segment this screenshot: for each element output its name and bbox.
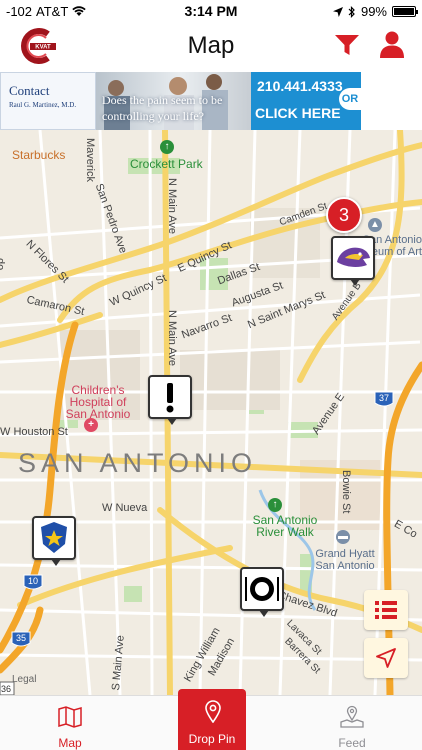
street-label: W Houston St	[0, 426, 68, 438]
park-icon: ↑	[268, 498, 282, 512]
route-36-label: 36	[1, 684, 12, 694]
restaurant-pin[interactable]	[240, 567, 284, 617]
map-view[interactable]: Maverick San Pedro Ave N Main Ave N Flor…	[0, 130, 422, 695]
mascot-pin[interactable]	[331, 236, 375, 286]
mascot-icon	[337, 247, 370, 267]
cluster-badge[interactable]: 3	[326, 197, 362, 233]
poi-river-walk: San Antonio River Walk	[252, 513, 318, 539]
locate-me-button[interactable]	[364, 638, 408, 678]
battery-icon	[392, 6, 418, 17]
street-label: W Nueva	[102, 502, 148, 514]
poi-starbucks: Starbucks	[12, 148, 66, 162]
bluetooth-icon	[348, 5, 355, 18]
tab-drop-pin[interactable]: Drop Pin	[178, 689, 246, 750]
list-view-icon	[375, 601, 397, 619]
ad-phone: 210.441.4333	[257, 78, 343, 94]
location-arrow-icon	[376, 648, 396, 668]
street-label: Bowie St	[340, 470, 352, 514]
nav-bar: KVAT Map	[0, 22, 422, 72]
map-pin-feed-icon	[340, 705, 364, 728]
hotel-icon: ▬	[336, 530, 350, 544]
plate-cutlery-icon	[245, 577, 279, 601]
ad-click-here[interactable]: CLICK HERE	[255, 105, 341, 121]
street-label: N Main Ave	[166, 310, 178, 367]
list-view-button[interactable]	[364, 590, 408, 630]
interstate-10-label: 10	[28, 576, 39, 586]
ad-photo: Does the pain seem to be controlling you…	[96, 72, 251, 130]
tab-drop-pin-label: Drop Pin	[188, 732, 236, 746]
alert-pin[interactable]	[148, 375, 192, 425]
ad-contact-title: Contact	[9, 83, 50, 98]
user-profile-icon[interactable]	[377, 29, 407, 59]
ad-banner[interactable]: Contact Raul G. Martinez, M.D. Does the …	[0, 72, 422, 130]
ad-question: Does the pain seem to be controlling you…	[102, 93, 223, 123]
police-badge-icon	[41, 522, 67, 553]
ad-or-badge: OR	[339, 88, 361, 110]
ad-cta-panel[interactable]: 210.441.4333 CLICK HERE OR	[251, 72, 361, 130]
street-label: do	[0, 258, 6, 271]
location-services-icon	[332, 6, 343, 17]
tab-map[interactable]: Map	[0, 696, 140, 750]
legal-link[interactable]: Legal	[12, 674, 36, 685]
exclamation-icon	[166, 383, 174, 413]
tab-map-label: Map	[58, 736, 82, 750]
tab-feed-label: Feed	[338, 736, 366, 750]
tab-bar: Map Drop Pin Feed	[0, 689, 422, 750]
street-label: Maverick	[84, 138, 96, 183]
filter-funnel-icon[interactable]	[333, 31, 361, 59]
ad-contact-name: Raul G. Martinez, M.D.	[9, 101, 77, 109]
museum-icon: ▲	[368, 218, 382, 232]
status-right: 99%	[332, 4, 418, 19]
park-icon: ↑	[160, 140, 174, 154]
battery-percent: 99%	[360, 4, 387, 19]
interstate-35-label: 35	[16, 633, 27, 643]
battery-fill	[394, 8, 414, 15]
poi-grand-hyatt: Grand Hyatt San Antonio	[315, 548, 375, 572]
street-label: N Main Ave	[166, 178, 178, 235]
location-pin-icon	[205, 700, 221, 723]
tab-feed[interactable]: Feed	[282, 696, 422, 750]
map-icon	[58, 706, 82, 728]
hospital-icon: +	[84, 418, 98, 432]
interstate-37-label: 37	[379, 393, 390, 403]
poi-childrens-hospital: Children's Hospital of San Antonio	[65, 383, 131, 421]
status-bar: -102 AT&T 3:14 PM 99%	[0, 0, 422, 22]
city-label: SAN ANTONIO	[18, 448, 258, 478]
poi-crockett-park: Crockett Park	[130, 157, 203, 171]
police-pin[interactable]	[32, 516, 76, 566]
ad-contact-panel: Contact Raul G. Martinez, M.D.	[0, 72, 96, 130]
